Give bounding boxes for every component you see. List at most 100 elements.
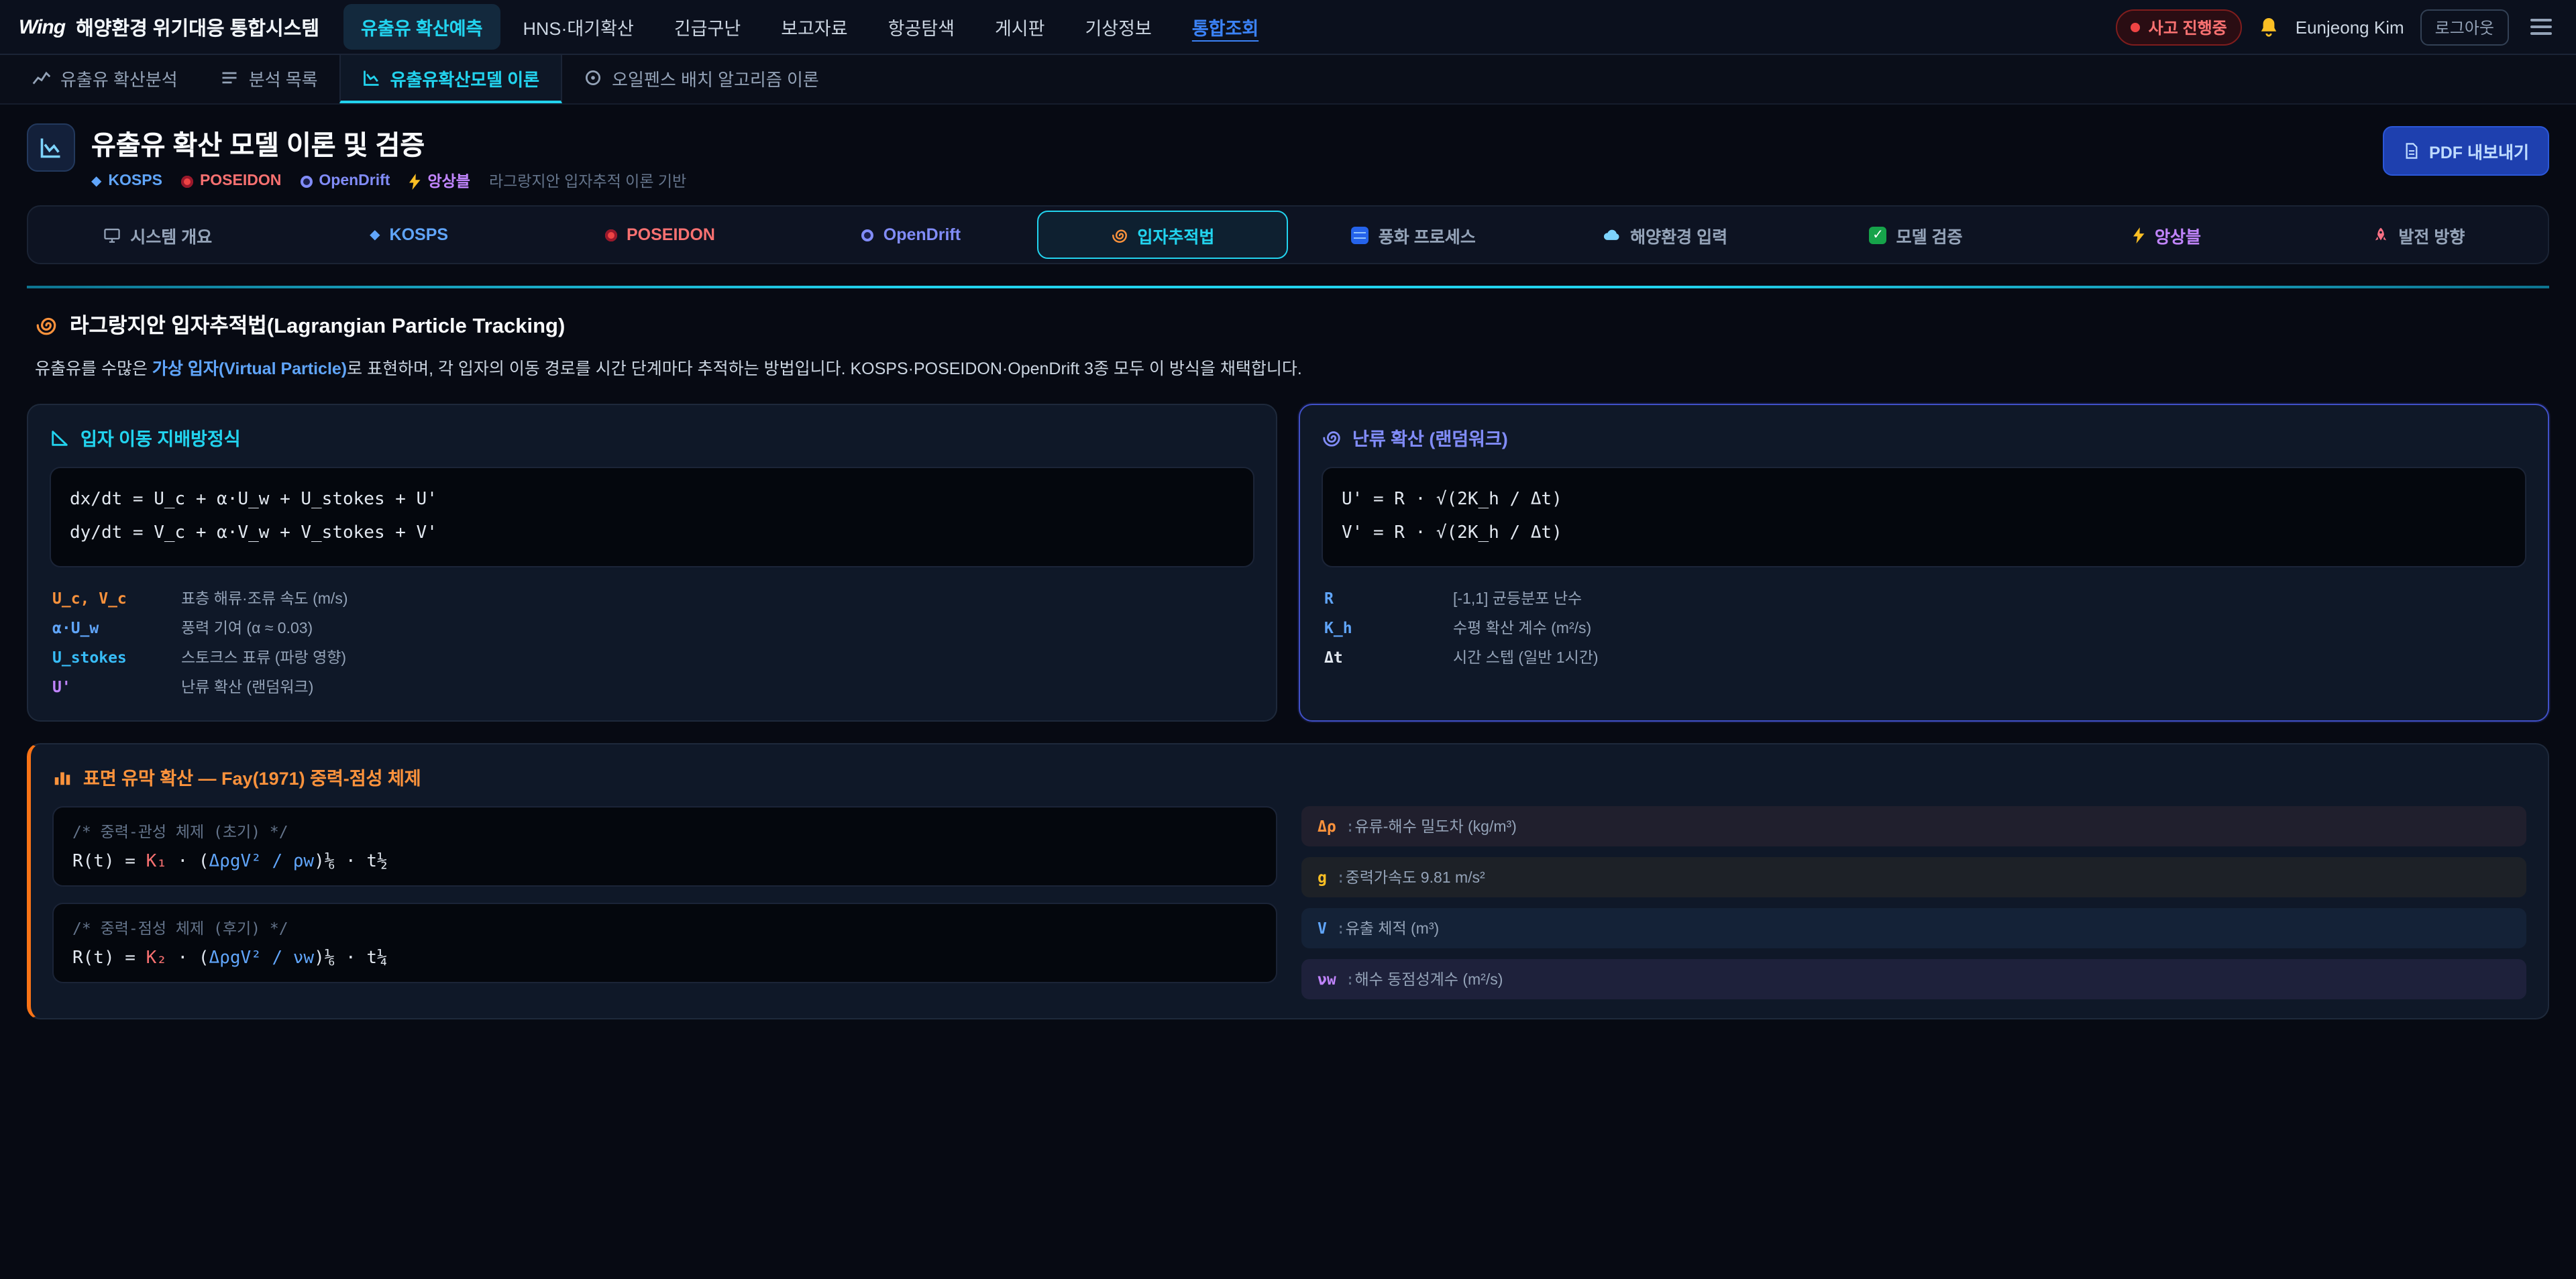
tab-label: 유출유 확산분석 — [60, 65, 178, 91]
chart-line-icon — [32, 68, 51, 87]
governing-legend: U_c, V_c 표층 해류·조류 속도 (m/s) α·U_w 풍력 기여 (… — [50, 584, 1254, 702]
gravity-viscous-formula: /* 중력-점성 체제 (후기) */ R(t) = K₂ · (ΔρgV² /… — [52, 903, 1277, 984]
ensemble-badge: 앙상블 — [409, 170, 470, 192]
page-title: 유출유 확산 모델 이론 및 검증 — [91, 123, 686, 162]
legend-row: U_stokes 스토크스 표류 (파랑 영향) — [50, 643, 1254, 673]
bolt-icon — [409, 172, 421, 190]
tab-label: 유출유확산모델 이론 — [390, 65, 540, 91]
section-tab-kosps[interactable]: ◆ KOSPS — [283, 211, 534, 259]
legend-row: K_h 수평 확산 계수 (m²/s) — [1322, 614, 2526, 643]
section-tab-opendrift[interactable]: OpenDrift — [786, 211, 1036, 259]
pdf-export-button[interactable]: PDF 내보내기 — [2382, 126, 2549, 176]
nav-board[interactable]: 게시판 — [977, 4, 1063, 50]
section-tab-future-direction[interactable]: 발전 방향 — [2293, 211, 2544, 259]
governing-equation-card: 입자 이동 지배방정식 dx/dt = U_c + α·U_w + U_stok… — [27, 404, 1277, 722]
app-title: 해양환경 위기대응 통합시스템 — [76, 13, 319, 41]
triangle-ruler-icon — [50, 427, 70, 447]
red-dot-icon — [2131, 22, 2141, 32]
nav-reports[interactable]: 보고자료 — [763, 4, 865, 50]
user-name: Eunjeong Kim — [2296, 17, 2404, 37]
check-icon: ✓ — [1870, 226, 1887, 243]
red-dot-icon — [181, 175, 193, 187]
legend-row: Δt 시간 스텝 (일반 1시간) — [1322, 643, 2526, 673]
monitor-icon — [103, 226, 121, 243]
param-row: g 중력가속도 9.81 m/s² — [1301, 858, 2526, 898]
ring-dot-icon — [300, 175, 312, 187]
tab-diffusion-model-theory[interactable]: 유출유확산모델 이론 — [339, 55, 563, 103]
ring-icon — [584, 68, 602, 87]
tab-spill-analysis[interactable]: 유출유 확산분석 — [11, 55, 199, 103]
turbulent-diffusion-card: 난류 확산 (랜덤워크) U' = R · √(2K_h / Δt) V' = … — [1299, 404, 2549, 722]
fay-formulas-column: /* 중력-관성 체제 (초기) */ R(t) = K₁ · (ΔρgV² /… — [52, 807, 1277, 1000]
bar-chart-icon — [52, 767, 72, 787]
card-title: 난류 확산 (랜덤워크) — [1322, 424, 2526, 451]
nav-oil-spill-forecast[interactable]: 유출유 확산예측 — [343, 4, 500, 50]
governing-equation-code: dx/dt = U_c + α·U_w + U_stokes + U' dy/d… — [50, 467, 1254, 568]
virtual-particle-highlight: 가상 입자(Virtual Particle) — [152, 359, 347, 378]
section-tabbar: 시스템 개요 ◆ KOSPS POSEIDON OpenDrift 입자추적법 … — [27, 205, 2549, 264]
notification-bell-icon[interactable] — [2258, 16, 2279, 38]
page-header: 유출유 확산 모델 이론 및 검증 ◆ KOSPS POSEIDON OpenD… — [27, 123, 2549, 192]
section-tab-particle-tracking[interactable]: 입자추적법 — [1037, 211, 1288, 259]
section-tab-poseidon[interactable]: POSEIDON — [535, 211, 786, 259]
legend-row: R [-1,1] 균등분포 난수 — [1322, 584, 2526, 614]
sub-tabbar: 유출유 확산분석 분석 목록 유출유확산모델 이론 오일펜스 배치 알고리즘 이… — [0, 55, 2576, 105]
tab-analysis-list[interactable]: 분석 목록 — [199, 55, 339, 103]
red-dot-icon — [605, 229, 617, 241]
cloud-icon — [1602, 225, 1621, 244]
lagrangian-intro: 라그랑지안 입자추적법(Lagrangian Particle Tracking… — [27, 288, 2549, 388]
legend-row: α·U_w 풍력 기여 (α ≈ 0.03) — [50, 614, 1254, 643]
section-tab-marine-environment-input[interactable]: 해양환경 입력 — [1539, 211, 1790, 259]
gravity-inertial-formula: /* 중력-관성 체제 (초기) */ R(t) = K₁ · (ΔρgV² /… — [52, 807, 1277, 887]
page-icon — [27, 123, 75, 172]
top-navbar: Wing 해양환경 위기대응 통합시스템 유출유 확산예측 HNS·대기확산 긴… — [0, 0, 2576, 55]
swirl-icon — [1110, 226, 1128, 243]
card-title: 표면 유막 확산 — Fay(1971) 중력-점성 체제 — [52, 764, 2526, 791]
swirl-icon — [35, 313, 58, 336]
param-row: V 유출 체적 (m³) — [1301, 909, 2526, 949]
app-brand[interactable]: Wing 해양환경 위기대응 통합시스템 — [19, 13, 319, 41]
main-nav: 유출유 확산예측 HNS·대기확산 긴급구난 보고자료 항공탐색 게시판 기상정… — [343, 4, 2092, 50]
section-tab-weathering-process[interactable]: 풍화 프로세스 — [1288, 211, 1539, 259]
section-tab-ensemble[interactable]: 앙상블 — [2041, 211, 2292, 259]
section-tab-system-overview[interactable]: 시스템 개요 — [32, 211, 283, 259]
legend-row: U_c, V_c 표층 해류·조류 속도 (m/s) — [50, 584, 1254, 614]
nav-emergency-rescue[interactable]: 긴급구난 — [657, 4, 758, 50]
equation-cards-row: 입자 이동 지배방정식 dx/dt = U_c + α·U_w + U_stok… — [27, 404, 2549, 722]
particle-tracking-section: 라그랑지안 입자추적법(Lagrangian Particle Tracking… — [27, 286, 2549, 1020]
chart-model-icon — [39, 135, 63, 160]
swirl-icon — [1322, 427, 1342, 447]
section-tab-model-validation[interactable]: ✓ 모델 검증 — [1790, 211, 2041, 259]
logout-button[interactable]: 로그아웃 — [2420, 9, 2509, 45]
page-subtitle: 라그랑지안 입자추적 이론 기반 — [489, 170, 686, 192]
nav-hns-atmospheric[interactable]: HNS·대기확산 — [505, 4, 651, 50]
incident-status-label: 사고 진행중 — [2149, 15, 2227, 38]
app-logo: Wing — [19, 15, 65, 38]
nav-integrated-search[interactable]: 통합조회 — [1175, 4, 1276, 50]
param-row: νw 해수 동점성계수 (m²/s) — [1301, 960, 2526, 1000]
random-walk-code: U' = R · √(2K_h / Δt) V' = R · √(2K_h / … — [1322, 467, 2526, 568]
opendrift-badge: OpenDrift — [300, 173, 390, 189]
layers-icon — [1352, 226, 1369, 243]
chart-model-icon — [362, 68, 381, 87]
ring-dot-icon — [862, 229, 874, 241]
fay-parameters-column: Δρ 유류-해수 밀도차 (kg/m³) g 중력가속도 9.81 m/s² V… — [1301, 807, 2526, 1000]
document-icon — [2402, 142, 2420, 160]
rocket-icon — [2371, 226, 2389, 243]
nav-aerial-search[interactable]: 항공탐색 — [871, 4, 972, 50]
model-badge-row: ◆ KOSPS POSEIDON OpenDrift 앙상블 — [91, 170, 686, 192]
topbar-right: 사고 진행중 Eunjeong Kim 로그아웃 — [2116, 9, 2557, 45]
tab-label: 분석 목록 — [249, 65, 318, 91]
diamond-icon: ◆ — [370, 227, 380, 242]
nav-weather-info[interactable]: 기상정보 — [1067, 4, 1169, 50]
kosps-badge: ◆ KOSPS — [91, 173, 162, 189]
section-heading: 라그랑지안 입자추적법(Lagrangian Particle Tracking… — [35, 310, 2541, 339]
bolt-icon — [2133, 226, 2145, 243]
turbulence-legend: R [-1,1] 균등분포 난수 K_h 수평 확산 계수 (m²/s) Δt … — [1322, 584, 2526, 673]
menu-icon[interactable] — [2525, 13, 2557, 40]
tab-oil-fence-algorithm-theory[interactable]: 오일펜스 배치 알고리즘 이론 — [562, 55, 841, 103]
legend-row: U' 난류 확산 (랜덤워크) — [50, 673, 1254, 702]
tab-label: 오일펜스 배치 알고리즘 이론 — [612, 65, 819, 91]
param-row: Δρ 유류-해수 밀도차 (kg/m³) — [1301, 807, 2526, 847]
diamond-icon: ◆ — [91, 174, 101, 188]
